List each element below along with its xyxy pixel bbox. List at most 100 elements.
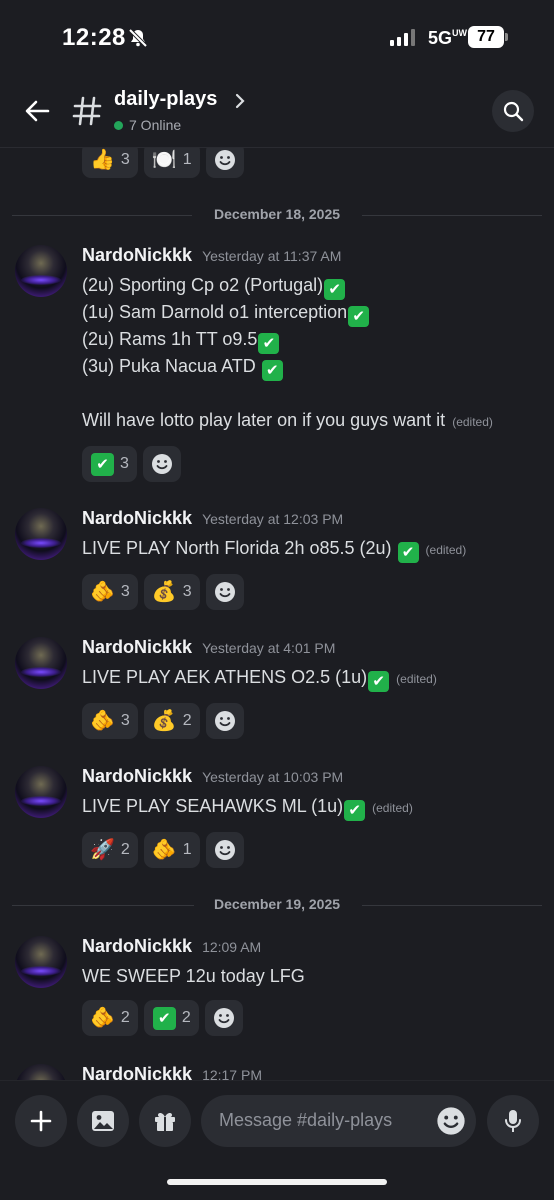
reaction-button[interactable]: 🫵 1 xyxy=(143,832,200,868)
reaction-bar: 👍 3 🍽️ 1 xyxy=(82,148,244,178)
voice-message-button[interactable] xyxy=(487,1095,539,1147)
search-icon xyxy=(503,101,524,122)
status-bar: 12:28 5GUW 77 xyxy=(0,0,554,78)
timestamp: 12:17 PM xyxy=(202,1067,262,1080)
smiley-icon xyxy=(213,1008,234,1028)
check-mark-icon: ✔ xyxy=(324,279,346,300)
reaction-button[interactable]: 🫵 3 xyxy=(82,703,138,739)
reaction-button[interactable]: 👍 3 xyxy=(82,148,138,178)
rocket-icon: 🚀 xyxy=(90,839,115,861)
author-name[interactable]: NardoNickkk xyxy=(82,936,192,957)
reaction-button[interactable]: ✔ 3 xyxy=(82,446,137,482)
message-line: (1u) Sam Darnold o1 interception ✔ xyxy=(82,302,370,327)
author-name[interactable]: NardoNickkk xyxy=(82,1064,192,1080)
message-input-placeholder: Message #daily-plays xyxy=(219,1110,393,1130)
avatar[interactable] xyxy=(15,766,67,818)
channel-header: daily-plays 7 Online xyxy=(0,78,554,148)
message-line: LIVE PLAY AEK ATHENS O2.5 (1u) ✔ (edited) xyxy=(82,667,437,692)
gallery-button[interactable] xyxy=(77,1095,129,1147)
pointing-hand-icon: 🫵 xyxy=(90,581,115,603)
smiley-icon xyxy=(214,840,235,860)
message-header: NardoNickkk Yesterday at 12:03 PM xyxy=(82,508,343,529)
reaction-button[interactable]: 💰 3 xyxy=(143,574,200,610)
author-name[interactable]: NardoNickkk xyxy=(82,637,192,658)
reaction-bar: 🫵 3 💰 3 xyxy=(82,574,244,610)
gift-icon xyxy=(155,1112,175,1131)
add-reaction-button[interactable] xyxy=(205,574,244,610)
emoji-picker-icon[interactable] xyxy=(436,1106,466,1136)
date-divider: December 19, 2025 xyxy=(12,895,542,915)
avatar[interactable] xyxy=(15,245,67,297)
pointing-hand-icon: 🫵 xyxy=(151,839,177,861)
plus-icon xyxy=(30,1110,52,1132)
gift-button[interactable] xyxy=(139,1095,191,1147)
message-line: (2u) Rams 1h TT o9.5 ✔ xyxy=(82,329,280,354)
avatar[interactable] xyxy=(15,508,67,560)
author-name[interactable]: NardoNickkk xyxy=(82,245,192,266)
smiley-icon xyxy=(214,582,235,602)
reaction-button[interactable]: 💰 2 xyxy=(143,703,200,739)
battery-icon: 77 xyxy=(468,26,508,48)
pointing-hand-icon: 🫵 xyxy=(90,710,115,732)
check-mark-icon: ✔ xyxy=(368,671,390,692)
message-input[interactable]: Message #daily-plays xyxy=(201,1095,476,1147)
message-line: LIVE PLAY SEAHAWKS ML (1u) ✔ (edited) xyxy=(82,796,413,821)
check-mark-icon: ✔ xyxy=(348,306,370,327)
microphone-icon xyxy=(505,1110,521,1132)
check-mark-icon: ✔ xyxy=(152,1006,176,1030)
add-reaction-button[interactable] xyxy=(205,703,244,739)
avatar[interactable] xyxy=(15,1064,67,1080)
edited-label: (edited) xyxy=(425,543,467,557)
smiley-icon xyxy=(214,150,235,170)
hashtag-icon xyxy=(72,96,102,126)
chevron-right-icon[interactable] xyxy=(234,92,246,110)
channel-title[interactable]: daily-plays xyxy=(114,88,217,111)
thumbs-up-icon: 👍 xyxy=(90,149,115,171)
pointing-hand-icon: 🫵 xyxy=(90,1007,115,1029)
online-count: 7 Online xyxy=(114,117,181,133)
message-header: NardoNickkk 12:09 AM xyxy=(82,936,261,957)
avatar[interactable] xyxy=(15,936,67,988)
check-mark-icon: ✔ xyxy=(344,800,366,821)
reaction-bar: 🫵 2 ✔ 2 xyxy=(82,1000,243,1036)
reaction-button[interactable]: 🍽️ 1 xyxy=(143,148,200,178)
edited-label: (edited) xyxy=(452,415,493,429)
status-time: 12:28 xyxy=(62,24,126,51)
plate-icon: 🍽️ xyxy=(151,149,177,171)
check-mark-icon: ✔ xyxy=(261,360,283,381)
timestamp: Yesterday at 4:01 PM xyxy=(202,640,336,656)
timestamp: Yesterday at 11:37 AM xyxy=(202,248,342,264)
message-line: LIVE PLAY North Florida 2h o85.5 (2u) ✔ … xyxy=(82,538,467,563)
reaction-button[interactable]: 🫵 2 xyxy=(82,1000,138,1036)
smiley-icon xyxy=(214,711,235,731)
reaction-bar: 🚀 2 🫵 1 xyxy=(82,832,244,868)
search-button[interactable] xyxy=(492,90,534,132)
message-list[interactable]: 👍 3 🍽️ 1 December 18, 2025 NardoNickkk Y… xyxy=(0,148,554,1080)
add-attachment-button[interactable] xyxy=(15,1095,67,1147)
check-mark-icon: ✔ xyxy=(397,542,419,563)
avatar[interactable] xyxy=(15,637,67,689)
message-line: WE SWEEP 12u today LFG xyxy=(82,966,305,986)
network-label: 5GUW xyxy=(428,28,468,48)
reaction-button[interactable]: ✔ 2 xyxy=(143,1000,199,1036)
author-name[interactable]: NardoNickkk xyxy=(82,508,192,529)
author-name[interactable]: NardoNickkk xyxy=(82,766,192,787)
message-header: NardoNickkk 12:17 PM xyxy=(82,1064,262,1080)
check-mark-icon: ✔ xyxy=(258,333,280,354)
message-line: Will have lotto play later on if you guy… xyxy=(82,410,493,430)
add-reaction-button[interactable] xyxy=(205,148,244,178)
reaction-button[interactable]: 🫵 3 xyxy=(82,574,138,610)
add-reaction-button[interactable] xyxy=(205,832,244,868)
back-arrow-icon[interactable] xyxy=(22,96,52,126)
timestamp: Yesterday at 12:03 PM xyxy=(202,511,344,527)
online-dot-icon xyxy=(114,120,123,130)
message-header: NardoNickkk Yesterday at 4:01 PM xyxy=(82,637,335,658)
message-header: NardoNickkk Yesterday at 10:03 PM xyxy=(82,766,343,787)
add-reaction-button[interactable] xyxy=(142,446,181,482)
reaction-button[interactable]: 🚀 2 xyxy=(82,832,138,868)
message-line: (2u) Sporting Cp o2 (Portugal) ✔ xyxy=(82,275,346,300)
signal-icon xyxy=(390,29,415,46)
money-bag-icon: 💰 xyxy=(151,710,177,732)
timestamp: Yesterday at 10:03 PM xyxy=(202,769,344,785)
add-reaction-button[interactable] xyxy=(204,1000,243,1036)
